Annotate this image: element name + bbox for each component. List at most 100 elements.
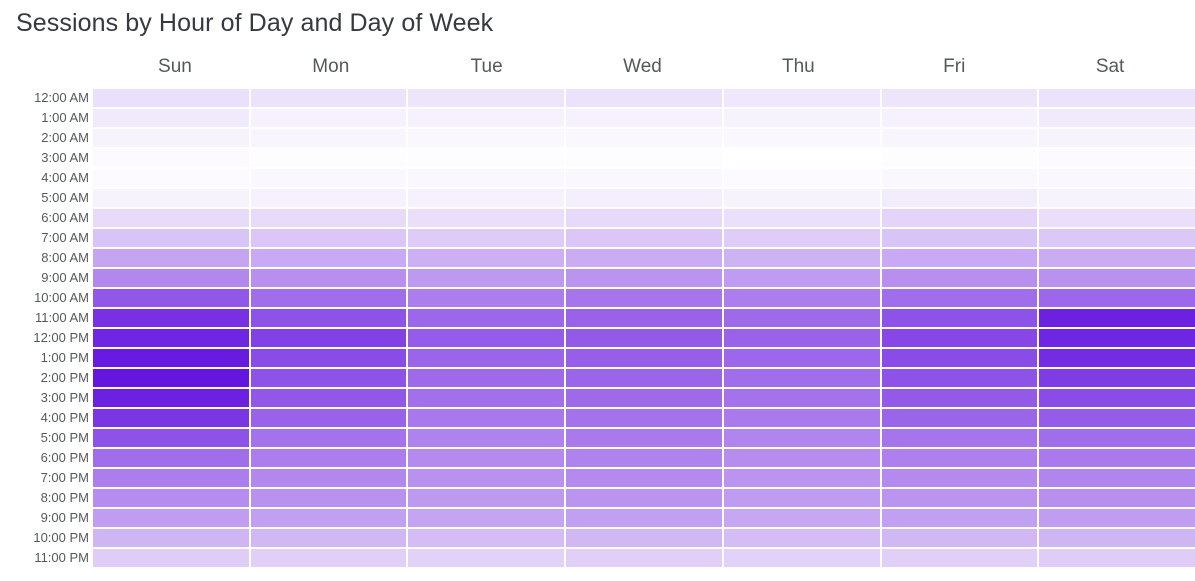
heatmap-cell[interactable]	[1039, 469, 1195, 487]
heatmap-cell[interactable]	[566, 89, 722, 107]
heatmap-cell[interactable]	[1039, 109, 1195, 127]
heatmap-cell[interactable]	[250, 469, 407, 487]
heatmap-cell[interactable]	[723, 549, 880, 567]
heatmap-cell[interactable]	[723, 269, 880, 287]
heatmap-cell[interactable]	[93, 169, 249, 187]
heatmap-cell[interactable]	[250, 329, 407, 347]
heatmap-cell[interactable]	[566, 109, 722, 127]
heatmap-cell[interactable]	[408, 529, 565, 547]
heatmap-cell[interactable]	[881, 349, 1038, 367]
heatmap-cell[interactable]	[723, 129, 880, 147]
heatmap-cell[interactable]	[250, 229, 407, 247]
heatmap-cell[interactable]	[881, 249, 1038, 267]
heatmap-cell[interactable]	[408, 389, 565, 407]
heatmap-cell[interactable]	[408, 349, 565, 367]
heatmap-cell[interactable]	[723, 469, 880, 487]
heatmap-cell[interactable]	[566, 449, 722, 467]
heatmap-cell[interactable]	[881, 89, 1038, 107]
heatmap-cell[interactable]	[93, 269, 249, 287]
heatmap-cell[interactable]	[566, 169, 722, 187]
heatmap-cell[interactable]	[93, 329, 249, 347]
heatmap-cell[interactable]	[93, 449, 249, 467]
heatmap-cell[interactable]	[408, 369, 565, 387]
heatmap-cell[interactable]	[250, 389, 407, 407]
heatmap-cell[interactable]	[723, 149, 880, 167]
heatmap-cell[interactable]	[566, 429, 722, 447]
heatmap-cell[interactable]	[881, 449, 1038, 467]
heatmap-cell[interactable]	[408, 249, 565, 267]
heatmap-cell[interactable]	[1039, 549, 1195, 567]
heatmap-cell[interactable]	[93, 389, 249, 407]
heatmap-cell[interactable]	[566, 529, 722, 547]
heatmap-cell[interactable]	[93, 109, 249, 127]
heatmap-cell[interactable]	[723, 289, 880, 307]
heatmap-cell[interactable]	[1039, 169, 1195, 187]
heatmap-cell[interactable]	[1039, 449, 1195, 467]
heatmap-cell[interactable]	[93, 429, 249, 447]
heatmap-cell[interactable]	[250, 149, 407, 167]
heatmap-cell[interactable]	[250, 449, 407, 467]
heatmap-cell[interactable]	[723, 429, 880, 447]
heatmap-cell[interactable]	[1039, 189, 1195, 207]
heatmap-cell[interactable]	[881, 389, 1038, 407]
heatmap-cell[interactable]	[1039, 309, 1195, 327]
heatmap-cell[interactable]	[1039, 489, 1195, 507]
heatmap-cell[interactable]	[881, 489, 1038, 507]
heatmap-cell[interactable]	[1039, 289, 1195, 307]
heatmap-cell[interactable]	[250, 289, 407, 307]
heatmap-cell[interactable]	[408, 129, 565, 147]
heatmap-cell[interactable]	[566, 349, 722, 367]
heatmap-cell[interactable]	[723, 529, 880, 547]
heatmap-cell[interactable]	[250, 349, 407, 367]
heatmap-cell[interactable]	[93, 209, 249, 227]
heatmap-cell[interactable]	[723, 169, 880, 187]
heatmap-cell[interactable]	[1039, 229, 1195, 247]
heatmap-cell[interactable]	[566, 189, 722, 207]
heatmap-cell[interactable]	[723, 389, 880, 407]
heatmap-cell[interactable]	[566, 549, 722, 567]
heatmap-cell[interactable]	[723, 209, 880, 227]
heatmap-cell[interactable]	[566, 209, 722, 227]
heatmap-cell[interactable]	[566, 409, 722, 427]
heatmap-cell[interactable]	[566, 269, 722, 287]
heatmap-cell[interactable]	[881, 309, 1038, 327]
heatmap-cell[interactable]	[408, 469, 565, 487]
heatmap-cell[interactable]	[93, 249, 249, 267]
heatmap-cell[interactable]	[93, 369, 249, 387]
heatmap-cell[interactable]	[566, 149, 722, 167]
heatmap-cell[interactable]	[566, 469, 722, 487]
heatmap-cell[interactable]	[250, 269, 407, 287]
heatmap-cell[interactable]	[1039, 369, 1195, 387]
heatmap-cell[interactable]	[93, 309, 249, 327]
heatmap-cell[interactable]	[881, 509, 1038, 527]
heatmap-cell[interactable]	[250, 189, 407, 207]
heatmap-cell[interactable]	[881, 149, 1038, 167]
heatmap-cell[interactable]	[723, 449, 880, 467]
heatmap-cell[interactable]	[408, 289, 565, 307]
heatmap-cell[interactable]	[93, 469, 249, 487]
heatmap-cell[interactable]	[93, 129, 249, 147]
heatmap-cell[interactable]	[250, 209, 407, 227]
heatmap-cell[interactable]	[1039, 129, 1195, 147]
heatmap-cell[interactable]	[881, 109, 1038, 127]
heatmap-cell[interactable]	[881, 229, 1038, 247]
heatmap-cell[interactable]	[1039, 389, 1195, 407]
heatmap-cell[interactable]	[250, 89, 407, 107]
heatmap-cell[interactable]	[566, 329, 722, 347]
heatmap-cell[interactable]	[408, 269, 565, 287]
heatmap-cell[interactable]	[566, 289, 722, 307]
heatmap-cell[interactable]	[1039, 409, 1195, 427]
heatmap-cell[interactable]	[408, 409, 565, 427]
heatmap-cell[interactable]	[250, 509, 407, 527]
heatmap-cell[interactable]	[408, 89, 565, 107]
heatmap-cell[interactable]	[881, 289, 1038, 307]
heatmap-cell[interactable]	[566, 229, 722, 247]
heatmap-cell[interactable]	[723, 409, 880, 427]
heatmap-cell[interactable]	[250, 549, 407, 567]
heatmap-cell[interactable]	[250, 249, 407, 267]
heatmap-cell[interactable]	[566, 489, 722, 507]
heatmap-cell[interactable]	[250, 529, 407, 547]
heatmap-cell[interactable]	[93, 89, 249, 107]
heatmap-cell[interactable]	[250, 169, 407, 187]
heatmap-cell[interactable]	[723, 369, 880, 387]
